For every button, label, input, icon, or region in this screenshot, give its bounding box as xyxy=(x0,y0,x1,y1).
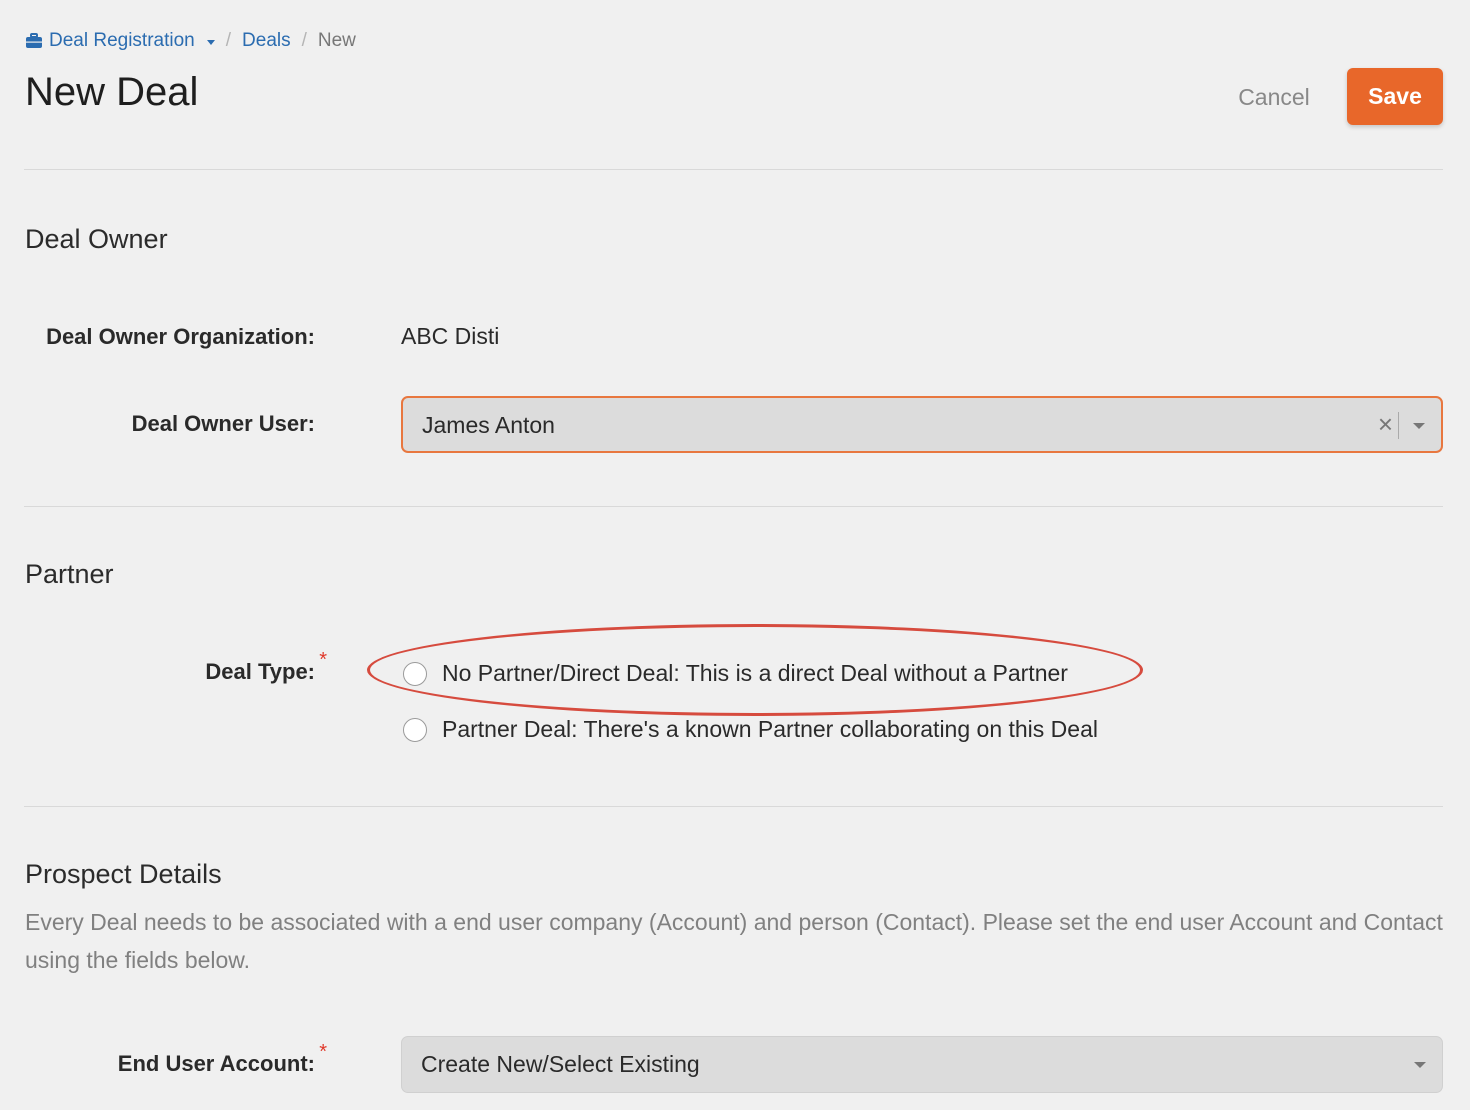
page-title: New Deal xyxy=(25,70,199,114)
breadcrumb-deals[interactable]: Deals xyxy=(242,30,291,52)
chevron-down-icon xyxy=(206,39,215,45)
prospect-description: Every Deal needs to be associated with a… xyxy=(25,909,1443,973)
breadcrumb-separator: / xyxy=(225,30,232,51)
radio-option-direct-deal[interactable]: No Partner/Direct Deal: This is a direct… xyxy=(403,660,1068,687)
deal-owner-organization-label: Deal Owner Organization: xyxy=(46,324,315,349)
breadcrumb-separator: / xyxy=(301,30,307,51)
breadcrumb-deal-registration[interactable]: Deal Registration xyxy=(25,30,215,52)
radio-option-label: Partner Deal: There's a known Partner co… xyxy=(442,716,1098,742)
deal-owner-organization-value: ABC Disti xyxy=(401,323,500,349)
divider xyxy=(24,169,1443,170)
radio-button[interactable] xyxy=(403,661,427,686)
select-separator xyxy=(1398,412,1399,439)
end-user-account-label-text: End User Account: xyxy=(117,1051,315,1076)
cancel-button[interactable]: Cancel xyxy=(1222,76,1326,118)
chevron-down-icon[interactable] xyxy=(1414,1062,1426,1068)
deal-owner-user-label: Deal Owner User: xyxy=(131,411,315,436)
end-user-account-label: End User Account: * xyxy=(117,1041,327,1077)
end-user-account-placeholder: Create New/Select Existing xyxy=(421,1051,700,1077)
deal-type-label: Deal Type: * xyxy=(205,649,327,685)
end-user-account-select[interactable]: Create New/Select Existing xyxy=(401,1036,1443,1093)
deal-type-label-text: Deal Type: xyxy=(205,659,315,684)
radio-button[interactable] xyxy=(403,717,427,742)
close-icon[interactable]: × xyxy=(1378,411,1393,437)
save-button[interactable]: Save xyxy=(1347,68,1443,125)
section-title-deal-owner: Deal Owner xyxy=(25,224,168,254)
section-title-partner: Partner xyxy=(25,559,114,589)
briefcase-icon xyxy=(26,33,42,48)
divider xyxy=(24,806,1443,807)
required-asterisk: * xyxy=(319,1041,327,1063)
breadcrumb: Deal Registration / Deals / New xyxy=(25,30,356,52)
radio-option-label: No Partner/Direct Deal: This is a direct… xyxy=(442,660,1068,686)
breadcrumb-deal-registration-label: Deal Registration xyxy=(49,30,195,51)
divider xyxy=(24,506,1443,507)
deal-owner-user-value: James Anton xyxy=(422,412,555,438)
breadcrumb-current: New xyxy=(317,30,356,51)
section-title-prospect-details: Prospect Details xyxy=(25,859,222,889)
radio-option-partner-deal[interactable]: Partner Deal: There's a known Partner co… xyxy=(403,716,1098,743)
chevron-down-icon[interactable] xyxy=(1413,423,1425,429)
deal-owner-user-select[interactable]: James Anton × xyxy=(401,396,1443,453)
required-asterisk: * xyxy=(319,649,327,671)
